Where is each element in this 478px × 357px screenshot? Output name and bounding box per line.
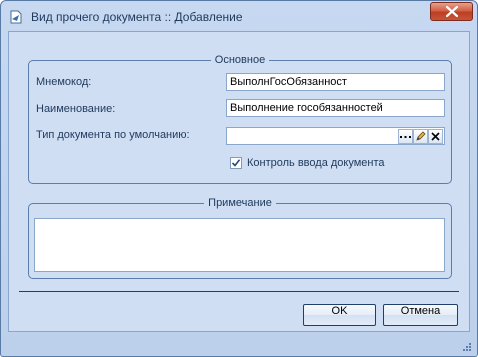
- ok-button[interactable]: OK: [303, 304, 376, 326]
- x-icon: [431, 132, 440, 141]
- ellipsis-icon: [400, 135, 411, 138]
- close-button[interactable]: [430, 2, 473, 21]
- close-icon: [446, 6, 458, 17]
- dialog-window: Вид прочего документа :: Добавление Осно…: [0, 0, 478, 357]
- clear-button[interactable]: [428, 129, 443, 144]
- document-arrow-icon: [10, 10, 22, 24]
- window-title: Вид прочего документа :: Добавление: [31, 10, 243, 24]
- pencil-icon: [416, 131, 426, 141]
- mnemocode-label: Мнемокод:: [36, 76, 92, 88]
- mnemocode-field[interactable]: [226, 73, 445, 91]
- main-group: Основное Мнемокод: Наименование: Тип док…: [28, 54, 452, 184]
- doctype-field[interactable]: [226, 127, 445, 145]
- main-group-title: Основное: [210, 54, 270, 66]
- note-group: Примечание: [28, 197, 452, 279]
- note-textarea[interactable]: [34, 218, 445, 272]
- edit-button[interactable]: [413, 129, 428, 144]
- name-label: Наименование:: [36, 103, 116, 115]
- select-button[interactable]: [398, 129, 413, 144]
- note-group-title: Примечание: [204, 197, 276, 209]
- divider: [19, 291, 459, 292]
- status-bar: [1, 332, 477, 356]
- control-checkbox[interactable]: [230, 157, 242, 169]
- checkmark-icon: [231, 159, 241, 167]
- doctype-label: Тип документа по умолчанию:: [36, 129, 190, 141]
- resize-grip-icon[interactable]: [462, 342, 472, 352]
- cancel-button[interactable]: Отмена: [383, 304, 458, 326]
- name-field[interactable]: [226, 99, 445, 117]
- dialog-body: Основное Мнемокод: Наименование: Тип док…: [8, 31, 470, 332]
- title-bar[interactable]: Вид прочего документа :: Добавление: [1, 1, 477, 31]
- control-checkbox-label[interactable]: Контроль ввода документа: [247, 157, 385, 169]
